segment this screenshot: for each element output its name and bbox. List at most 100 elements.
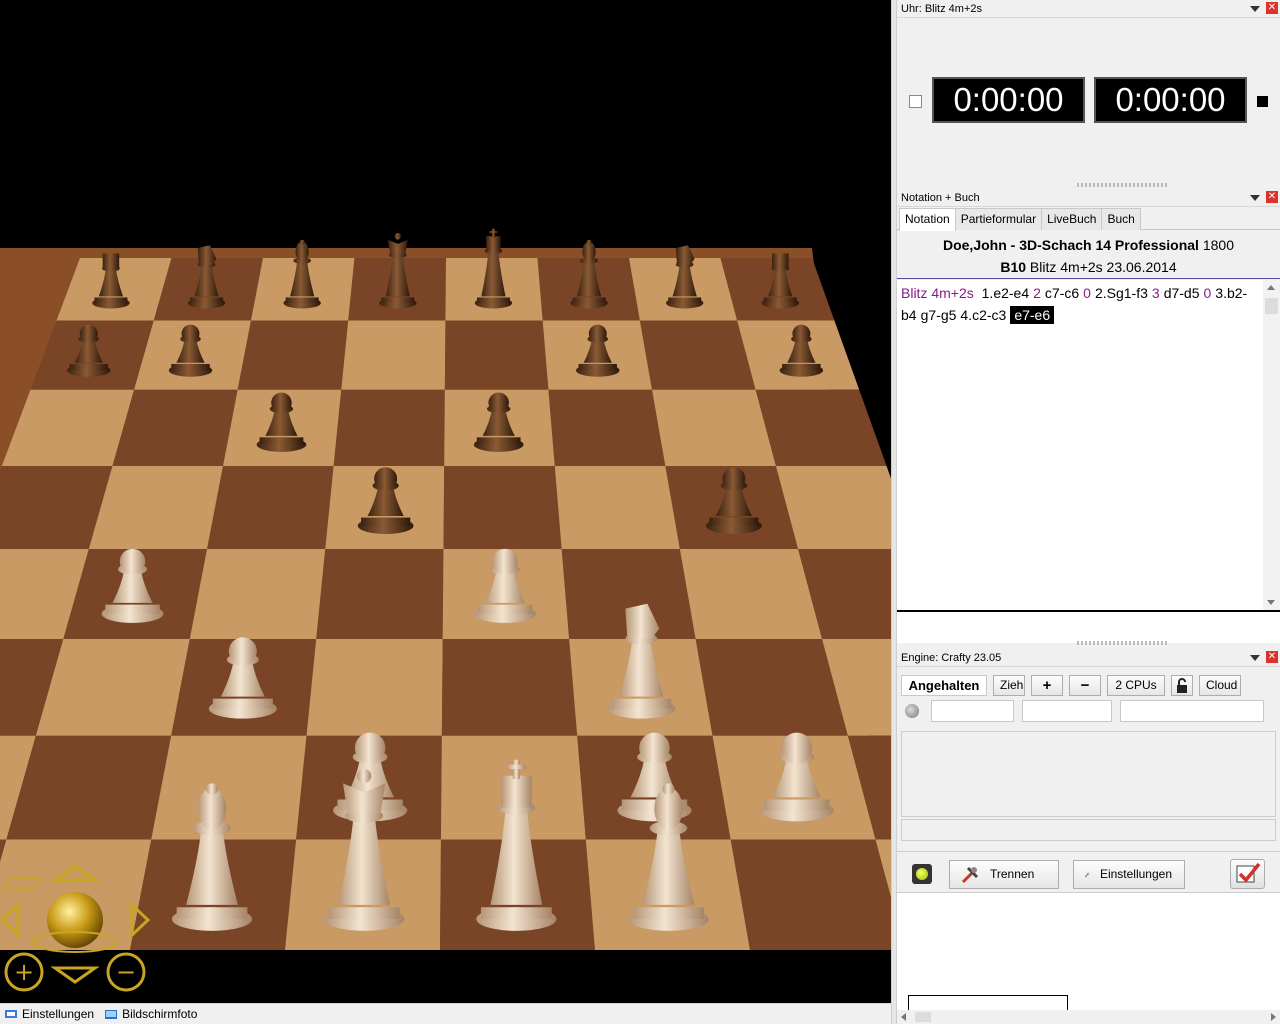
engine-panel: Engine: Crafty 23.05 ✕ Angehalten Zieh +… — [897, 649, 1280, 851]
close-icon[interactable]: ✕ — [1266, 191, 1278, 203]
clock-panel: Uhr: Blitz 4m+2s ✕ 0:00:00 0:00:00 — [897, 0, 1280, 188]
move-list[interactable]: Blitz 4m+2s 1.e2-e4 2 c7-c6 0 2.Sg1-f3 3 d7-d5… — [897, 280, 1263, 610]
side-to-move-indicator — [1257, 96, 1268, 107]
board-squares[interactable] — [0, 258, 891, 950]
settings-status-item[interactable]: Einstellungen — [4, 1007, 94, 1021]
board-square[interactable] — [695, 638, 848, 736]
board-square[interactable] — [639, 320, 756, 390]
remove-line-button[interactable]: − — [1069, 674, 1101, 696]
engine-panel-header: Engine: Crafty 23.05 ✕ — [897, 649, 1280, 667]
horizontal-scrollbar[interactable] — [897, 1010, 1280, 1024]
game-event-date: Blitz 4m+2s 23.06.2014 — [1029, 259, 1177, 275]
server-settings-label: Einstellungen — [1099, 867, 1172, 881]
screenshot-status-label: Bildschirmfoto — [122, 1007, 198, 1021]
board-square[interactable] — [306, 638, 443, 736]
confirm-button[interactable] — [1230, 859, 1265, 889]
settings-status-label: Einstellungen — [22, 1007, 95, 1021]
notation-tabs: Notation Partieformular LiveBuch Buch — [897, 208, 1280, 231]
chevron-down-icon[interactable] — [1250, 6, 1260, 12]
chevron-down-icon[interactable] — [1250, 655, 1260, 661]
notation-panel-header: Notation + Buch ✕ — [897, 189, 1280, 207]
tab-partieformular[interactable]: Partieformular — [954, 208, 1043, 230]
board-square[interactable] — [443, 465, 562, 550]
move-item[interactable]: 2.Sg1-f3 — [1095, 285, 1148, 301]
move-item[interactable]: g7-g5 — [921, 307, 957, 323]
rotate-down-icon[interactable] — [50, 966, 100, 984]
add-line-button[interactable]: + — [1031, 674, 1063, 696]
screenshot-status-item[interactable]: Bildschirmfoto — [104, 1007, 197, 1021]
board-square[interactable] — [755, 389, 887, 466]
close-icon[interactable]: ✕ — [1266, 651, 1278, 663]
black-clock: 0:00:00 — [1094, 77, 1247, 123]
lock-button[interactable] — [1171, 674, 1193, 696]
engine-move-button[interactable]: Zieh — [993, 674, 1025, 696]
board-square[interactable] — [554, 465, 680, 550]
engine-led-icon — [905, 704, 919, 718]
server-toolbar: Trennen Einstellungen — [897, 851, 1280, 893]
board-square[interactable] — [316, 549, 444, 639]
board-square[interactable] — [652, 389, 776, 466]
board-square[interactable] — [341, 320, 446, 390]
camera-ball-icon[interactable] — [47, 892, 103, 948]
disconnect-label: Trennen — [990, 867, 1035, 881]
clock-checkbox[interactable] — [909, 95, 922, 108]
checkmark-icon — [1236, 862, 1261, 883]
chevron-down-icon[interactable] — [1250, 195, 1260, 201]
board-square[interactable] — [548, 389, 666, 466]
board-3d-view[interactable]: + − — [0, 0, 891, 1003]
disconnect-button[interactable]: Trennen — [949, 860, 1059, 889]
chess-board[interactable]: + − — [0, 0, 891, 1003]
move-item[interactable]: 4.c2-c3 — [960, 307, 1006, 323]
scroll-left-icon[interactable] — [901, 1013, 906, 1021]
svg-text:−: − — [116, 958, 136, 986]
close-icon[interactable]: ✕ — [1266, 2, 1278, 14]
white-clock: 0:00:00 — [932, 77, 1085, 123]
camera-icon — [105, 1010, 118, 1019]
engine-status-button[interactable]: Angehalten — [901, 674, 987, 696]
scroll-right-icon[interactable] — [1271, 1013, 1276, 1021]
engine-toolbar: Angehalten Zieh + − 2 CPUs Cloud — [901, 673, 1276, 697]
move-item[interactable]: 1.e2-e4 — [982, 285, 1029, 301]
tab-livebuch[interactable]: LiveBuch — [1041, 208, 1103, 230]
board-square[interactable] — [112, 389, 238, 466]
scrollbar-thumb[interactable] — [915, 1012, 931, 1022]
status-bar: Einstellungen Bildschirmfoto — [0, 1003, 891, 1024]
clock-panel-title: Uhr: Blitz 4m+2s — [901, 2, 982, 15]
board-square[interactable] — [151, 735, 307, 840]
board-square[interactable] — [237, 320, 349, 390]
move-item[interactable]: d7-d5 — [1164, 285, 1200, 301]
move-item[interactable]: e7-e6 — [1010, 306, 1055, 324]
lock-icon — [1177, 677, 1187, 693]
scroll-down-icon[interactable] — [1267, 600, 1275, 605]
board-square[interactable] — [730, 839, 891, 950]
cloud-button[interactable]: Cloud — [1199, 674, 1241, 696]
board-square[interactable] — [88, 465, 224, 550]
move-time: 3 — [1151, 285, 1160, 301]
tab-notation[interactable]: Notation — [899, 208, 956, 231]
board-square[interactable] — [207, 465, 334, 550]
game-header: Doe,John - 3D-Schach 14 Professional 180… — [897, 231, 1280, 279]
wrench-icon — [1084, 872, 1090, 877]
board-square[interactable] — [333, 389, 445, 466]
scrollbar-thumb[interactable] — [1265, 298, 1278, 314]
move-time: 2 — [1033, 285, 1041, 301]
board-square[interactable] — [444, 320, 549, 390]
tab-buch[interactable]: Buch — [1101, 208, 1141, 230]
tools-icon — [961, 866, 979, 883]
engine-output[interactable] — [901, 731, 1276, 817]
board-square[interactable] — [189, 549, 326, 639]
cpus-button[interactable]: 2 CPUs — [1107, 674, 1165, 696]
move-time: 0 — [1203, 285, 1212, 301]
panel-grip[interactable] — [1077, 183, 1167, 187]
move-list-scrollbar[interactable] — [1263, 280, 1280, 610]
clock-body: 0:00:00 0:00:00 — [897, 18, 1280, 188]
game-players: Doe,John - 3D-Schach 14 Professional — [942, 237, 1199, 253]
server-settings-button[interactable]: Einstellungen — [1073, 860, 1185, 889]
move-item[interactable]: c7-c6 — [1045, 285, 1079, 301]
annotation-input[interactable] — [897, 610, 1280, 643]
panel-grip[interactable] — [1077, 641, 1167, 645]
board-square[interactable] — [441, 638, 578, 736]
board-square[interactable] — [679, 549, 823, 639]
notation-panel: Notation + Buch ✕ Notation Partieformula… — [897, 189, 1280, 646]
scroll-up-icon[interactable] — [1267, 285, 1275, 290]
